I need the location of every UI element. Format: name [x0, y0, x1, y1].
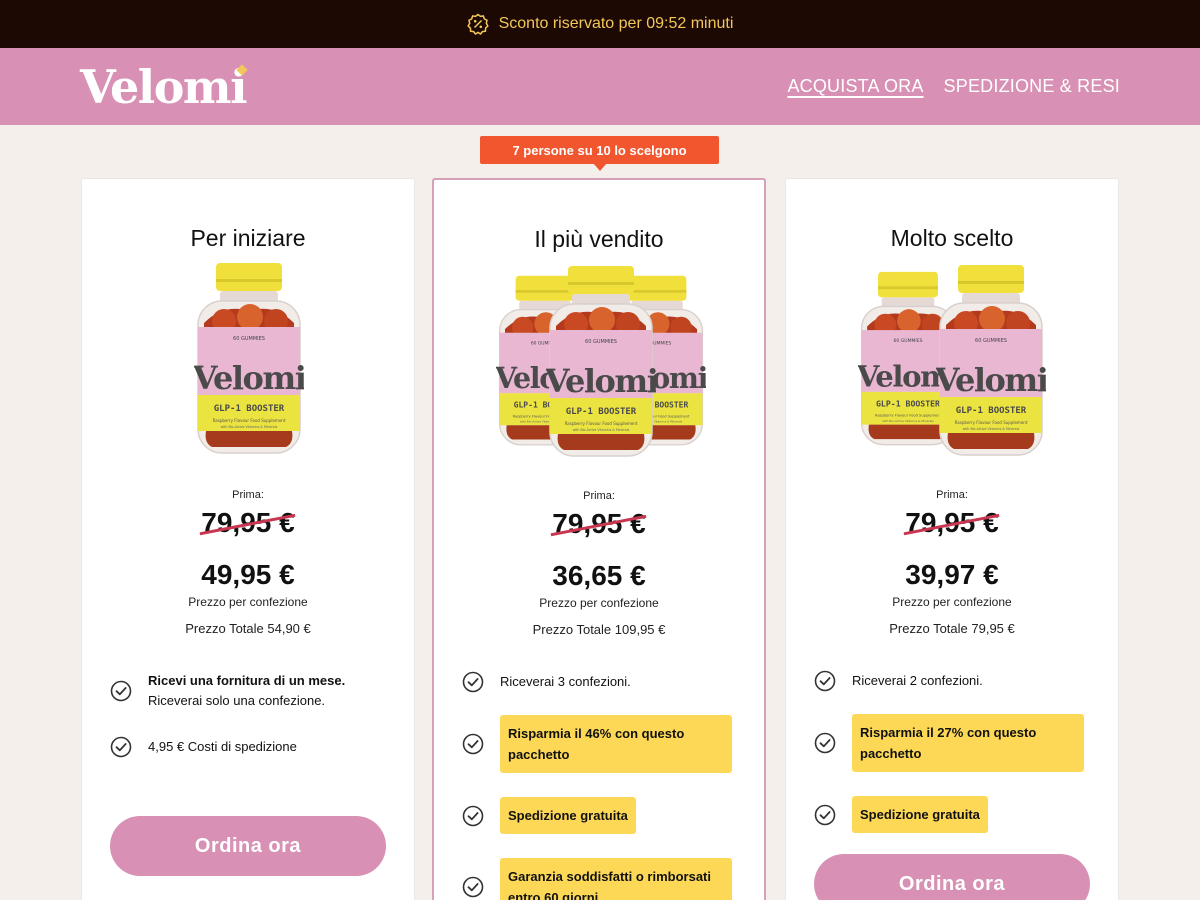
order-now-button[interactable]: Ordina ora	[814, 854, 1090, 900]
feature-item: 4,95 € Costi di spedizione	[110, 736, 297, 758]
product-image-triple	[434, 262, 764, 462]
order-now-button[interactable]: Ordina ora	[110, 816, 386, 876]
card-title: Per iniziare	[190, 225, 306, 251]
prima-label: Prima:	[936, 489, 968, 501]
price-per-pack-label: Prezzo per confezione	[188, 595, 308, 609]
nav-link-spedizione-resi[interactable]: SPEDIZIONE & RESI	[944, 76, 1120, 97]
savings-highlight: Risparmia il 27% con questo pacchetto	[852, 714, 1084, 772]
main-nav: ACQUISTA ORA SPEDIZIONE & RESI	[787, 76, 1120, 97]
badge-pointer-icon	[593, 163, 607, 171]
feature-item: Spedizione gratuita	[462, 797, 636, 834]
feature-item: Risparmia il 27% con questo pacchetto	[814, 714, 1084, 772]
free-shipping-highlight: Spedizione gratuita	[852, 796, 988, 833]
old-price: 79,95 €	[434, 508, 764, 540]
prima-label: Prima:	[232, 489, 264, 501]
feature-text: Riceverai 3 confezioni.	[500, 674, 631, 689]
feature-item: Ricevi una fornitura di un mese. Ricever…	[110, 671, 345, 711]
feature-item: Spedizione gratuita	[814, 796, 988, 833]
old-price: 79,95 €	[786, 507, 1118, 539]
total-price: Prezzo Totale 109,95 €	[532, 622, 666, 637]
new-price: 39,97 €	[905, 559, 999, 590]
nav-link-acquista-ora[interactable]: ACQUISTA ORA	[787, 76, 923, 97]
check-circle-icon	[814, 670, 836, 692]
new-price: 49,95 €	[201, 559, 295, 590]
feature-text: Riceverai 2 confezioni.	[852, 673, 983, 688]
site-header: Velomi ACQUISTA ORA SPEDIZIONE & RESI	[0, 48, 1200, 125]
check-circle-icon	[462, 733, 484, 755]
old-price: 79,95 €	[82, 507, 414, 539]
new-price: 36,65 €	[552, 560, 646, 591]
guarantee-highlight: Garanzia soddisfatti o rimborsati entro …	[500, 858, 732, 900]
card-title: Il più vendito	[534, 226, 664, 252]
check-circle-icon	[110, 680, 132, 702]
savings-highlight: Risparmia il 46% con questo pacchetto	[500, 715, 732, 773]
offer-card-2[interactable]: Il più vendito Prima: 79,95 € 36,65 € Pr…	[432, 178, 766, 900]
product-image-single	[82, 261, 414, 461]
discount-badge-icon	[466, 13, 489, 35]
feature-item: Riceverai 2 confezioni.	[814, 670, 983, 692]
countdown-bar: Sconto riservato per 09:52 minuti	[0, 0, 1200, 48]
brand-logo[interactable]: Velomi	[80, 64, 248, 110]
feature-title: Ricevi una fornitura di un mese.	[148, 673, 346, 688]
free-shipping-highlight: Spedizione gratuita	[500, 797, 636, 834]
countdown-text: Sconto riservato per 09:52 minuti	[498, 15, 734, 32]
price-per-pack-label: Prezzo per confezione	[892, 595, 1012, 609]
price-per-pack-label: Prezzo per confezione	[539, 596, 659, 610]
total-price: Prezzo Totale 54,90 €	[185, 621, 311, 636]
popular-badge: 7 persone su 10 lo scelgono	[480, 136, 719, 164]
card-title: Molto scelto	[890, 225, 1014, 251]
feature-text: Riceverai solo una confezione.	[148, 693, 326, 708]
check-circle-icon	[462, 805, 484, 827]
feature-item: Risparmia il 46% con questo pacchetto	[462, 715, 732, 773]
total-price: Prezzo Totale 79,95 €	[889, 621, 1015, 636]
check-circle-icon	[462, 671, 484, 693]
feature-item: Riceverai 3 confezioni.	[462, 671, 631, 693]
check-circle-icon	[110, 736, 132, 758]
feature-item: Garanzia soddisfatti o rimborsati entro …	[462, 858, 732, 900]
check-circle-icon	[462, 876, 484, 898]
check-circle-icon	[814, 732, 836, 754]
feature-text: 4,95 € Costi di spedizione	[148, 739, 297, 754]
offer-card-3[interactable]: Molto scelto Prima: 79,95 € 39,97 € Prez…	[785, 178, 1119, 900]
offer-card-1[interactable]: Per iniziare Prima: 79,95 € 49,95 € Prez…	[81, 178, 415, 900]
product-image-double	[786, 261, 1118, 461]
check-circle-icon	[814, 804, 836, 826]
prima-label: Prima:	[583, 490, 615, 502]
